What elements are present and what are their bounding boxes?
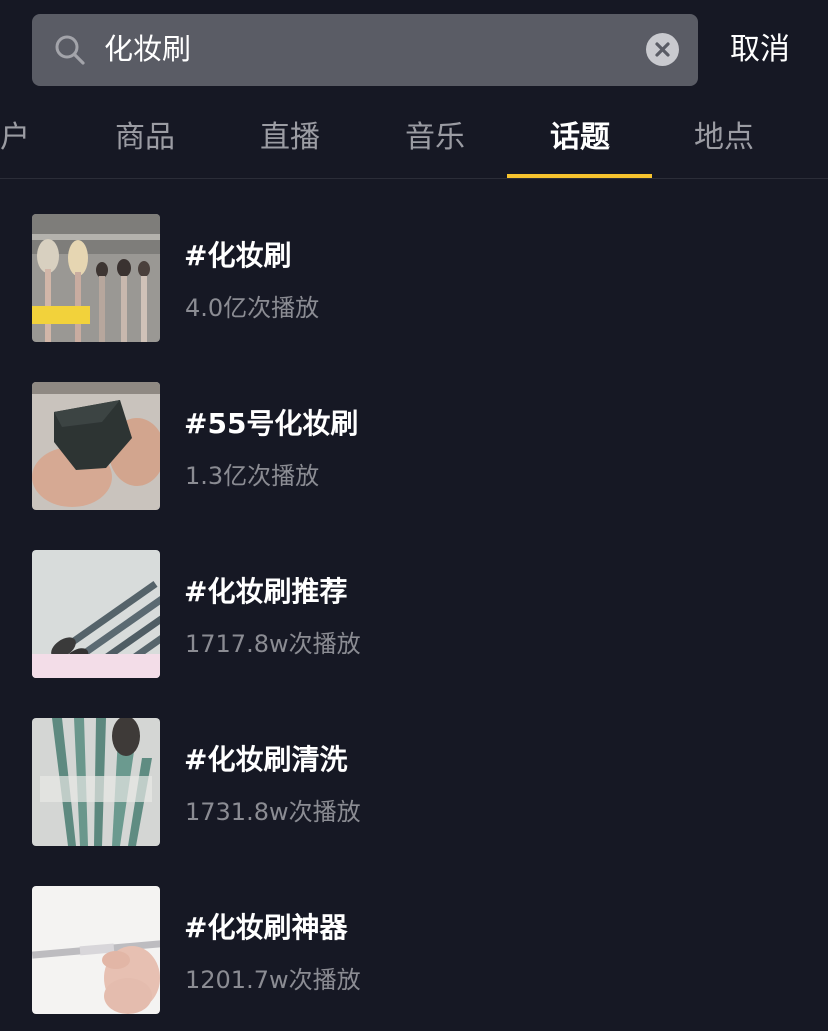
clear-search-button[interactable] bbox=[646, 33, 679, 66]
topic-view-count: 4.0亿次播放 bbox=[185, 294, 320, 322]
category-tabs: 户 商品 直播 音乐 话题 地点 bbox=[0, 100, 828, 179]
tab-music[interactable]: 音乐 bbox=[390, 116, 480, 160]
topic-thumbnail bbox=[32, 214, 160, 342]
topic-title: #化妆刷清洗 bbox=[184, 743, 348, 776]
close-icon bbox=[655, 42, 670, 57]
search-results-page: 取消 户 商品 直播 音乐 话题 地点 bbox=[0, 0, 828, 1031]
list-item[interactable]: #化妆刷 4.0亿次播放 bbox=[32, 214, 812, 342]
topic-thumbnail bbox=[32, 382, 160, 510]
topic-title: #化妆刷神器 bbox=[184, 911, 348, 944]
topic-view-count: 1201.7w次播放 bbox=[185, 966, 361, 994]
list-item[interactable]: #55号化妆刷 1.3亿次播放 bbox=[32, 382, 812, 510]
search-icon bbox=[54, 34, 86, 66]
topic-view-count: 1717.8w次播放 bbox=[185, 630, 361, 658]
topic-title: #化妆刷 bbox=[184, 239, 292, 272]
tab-places[interactable]: 地点 bbox=[679, 116, 769, 160]
list-item[interactable]: #化妆刷清洗 1731.8w次播放 bbox=[32, 718, 812, 846]
topic-thumbnail bbox=[32, 718, 160, 846]
topic-thumbnail bbox=[32, 550, 160, 678]
active-tab-indicator bbox=[507, 174, 652, 178]
list-item[interactable]: #化妆刷推荐 1717.8w次播放 bbox=[32, 550, 812, 678]
search-bar[interactable] bbox=[32, 14, 698, 86]
topic-thumbnail bbox=[32, 886, 160, 1014]
tab-products[interactable]: 商品 bbox=[100, 116, 190, 160]
list-item[interactable]: #化妆刷神器 1201.7w次播放 bbox=[32, 886, 812, 1014]
topic-title: #化妆刷推荐 bbox=[184, 575, 348, 608]
topic-title: #55号化妆刷 bbox=[184, 407, 359, 440]
tab-topics[interactable]: 话题 bbox=[535, 116, 625, 160]
cancel-button[interactable]: 取消 bbox=[730, 14, 790, 86]
tab-users[interactable]: 户 bbox=[0, 116, 30, 160]
search-input[interactable] bbox=[104, 14, 604, 86]
topic-view-count: 1.3亿次播放 bbox=[185, 462, 320, 490]
tab-live[interactable]: 直播 bbox=[245, 116, 335, 160]
topic-view-count: 1731.8w次播放 bbox=[185, 798, 361, 826]
